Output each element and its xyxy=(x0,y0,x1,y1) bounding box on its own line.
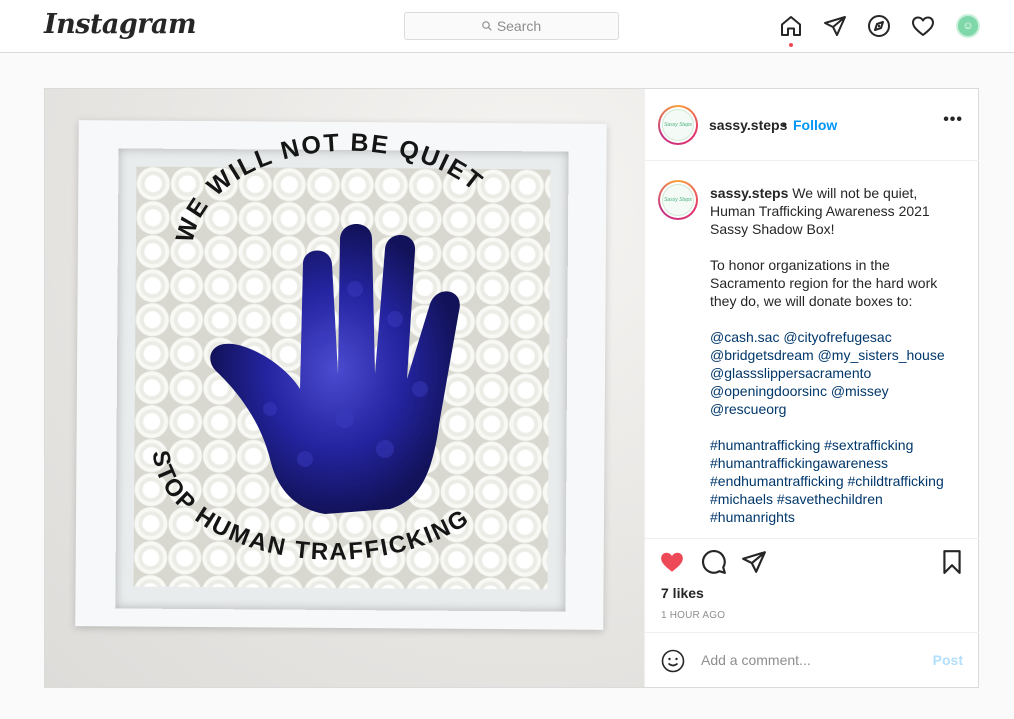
comment-icon[interactable] xyxy=(701,549,727,575)
post-comment-button[interactable]: Post xyxy=(933,652,963,668)
caption-username[interactable]: sassy.steps xyxy=(710,185,788,201)
search-placeholder: Search xyxy=(496,18,542,34)
activity-heart-icon[interactable] xyxy=(910,13,936,39)
like-heart-icon[interactable] xyxy=(659,549,685,575)
author-username[interactable]: sassy.steps xyxy=(709,117,787,133)
home-icon[interactable] xyxy=(778,13,804,39)
post-actions: 7 likes 1 HOUR AGO xyxy=(645,538,979,633)
avatar-logo: Sassy Steps xyxy=(662,109,694,141)
separator-dot: • xyxy=(782,116,787,132)
avatar-logo: Sassy Steps xyxy=(662,184,694,216)
instagram-logo[interactable]: Instagram xyxy=(44,9,197,40)
direct-icon[interactable] xyxy=(822,13,848,39)
likes-count[interactable]: 7 likes xyxy=(661,585,704,601)
svg-text:WE WILL NOT BE QUIET: WE WILL NOT BE QUIET xyxy=(171,129,489,246)
caption-scroll-area[interactable]: Sassy Steps sassy.steps We will not be q… xyxy=(645,162,979,538)
search-icon xyxy=(482,21,492,31)
add-comment-section: Post xyxy=(645,632,979,687)
profile-avatar[interactable]: ☺ xyxy=(956,14,980,38)
post-photo[interactable]: WE WILL NOT BE QUIET STOP HUMAN TRAFFICK… xyxy=(45,89,644,687)
photo-text-top: WE WILL NOT BE QUIET xyxy=(171,129,487,246)
post-caption: sassy.steps We will not be quiet, Human … xyxy=(710,184,960,538)
comment-input[interactable] xyxy=(701,650,921,670)
caption-hashtags[interactable]: #humantrafficking #sextrafficking #human… xyxy=(710,436,960,526)
home-active-dot xyxy=(789,43,793,47)
post-timestamp[interactable]: 1 HOUR AGO xyxy=(661,610,725,621)
explore-icon[interactable] xyxy=(866,13,892,39)
save-bookmark-icon[interactable] xyxy=(939,549,965,575)
caption-mentions[interactable]: @cash.sac @cityofrefugesac @bridgetsdrea… xyxy=(710,328,960,418)
follow-button[interactable]: Follow xyxy=(793,117,837,133)
more-options-icon[interactable]: ••• xyxy=(943,111,963,129)
emoji-icon[interactable] xyxy=(661,649,685,678)
search-box[interactable]: Search xyxy=(404,12,619,40)
share-icon[interactable] xyxy=(741,549,767,575)
caption-paragraph: To honor organizations in the Sacramento… xyxy=(710,257,938,309)
post-card: WE WILL NOT BE QUIET STOP HUMAN TRAFFICK… xyxy=(44,88,979,688)
author-avatar[interactable]: Sassy Steps xyxy=(658,105,698,145)
post-sidebar: Sassy Steps sassy.steps • Follow ••• Sas… xyxy=(644,89,979,687)
hand-and-text-art: WE WILL NOT BE QUIET STOP HUMAN TRAFFICK… xyxy=(146,129,489,566)
caption-avatar[interactable]: Sassy Steps xyxy=(658,180,698,220)
top-navigation-bar: Instagram Search ☺ xyxy=(0,0,1014,53)
blue-hand xyxy=(210,224,460,514)
post-header: Sassy Steps sassy.steps • Follow ••• xyxy=(645,89,979,161)
